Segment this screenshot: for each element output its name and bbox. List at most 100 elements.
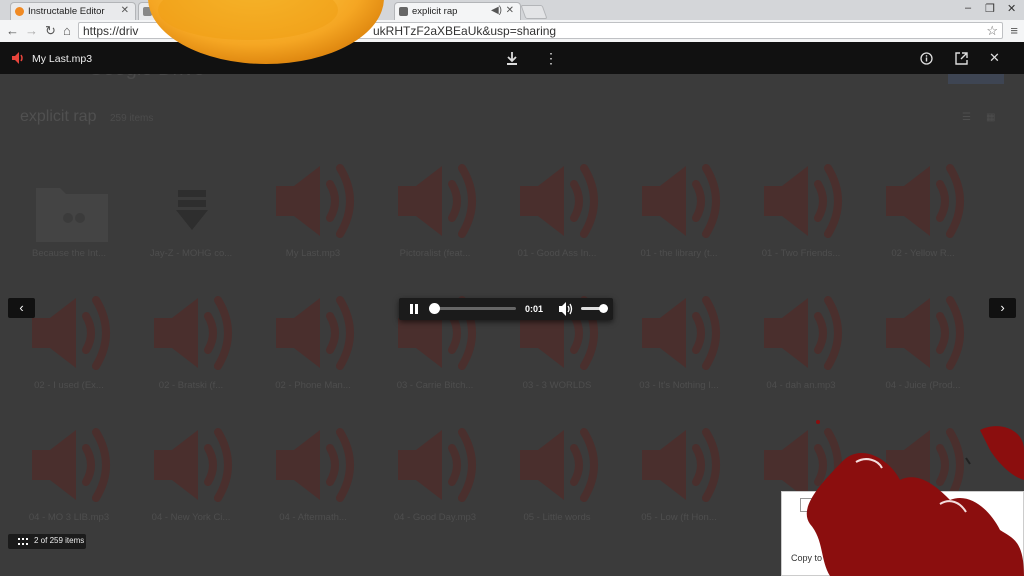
audio-file-icon (520, 428, 598, 502)
audio-file-icon (886, 164, 964, 238)
folder-count: 259 items (110, 113, 154, 124)
previous-file-button[interactable]: ‹ (8, 298, 35, 318)
audio-file-icon (276, 428, 354, 502)
file-item-name: 04 - MO 3 LIB.mp3 (28, 512, 110, 523)
shared-folder-icon (36, 188, 108, 242)
chevron-left-icon: ‹ (19, 300, 24, 315)
playback-time: 0:01 (525, 304, 544, 314)
home-icon[interactable]: ⌂ (63, 23, 71, 38)
list-view-icon: ☰ (962, 112, 971, 123)
file-item: 04 - New York Ci... (136, 424, 246, 534)
file-item-name: 04 - Aftermath... (279, 512, 347, 523)
file-item-name: Pictoralist (feat... (399, 248, 471, 259)
blood-splat-overlay (806, 420, 1024, 576)
pause-button[interactable] (407, 302, 421, 316)
tab-instructable-editor[interactable]: Instructable Editor ✕ (10, 2, 136, 20)
tab-explicit-rap[interactable]: explicit rap ◀) ✕ (394, 2, 521, 20)
minimize-icon[interactable]: – (965, 2, 971, 14)
file-item-name: 02 - Phone Man... (275, 380, 351, 391)
file-item-name: Because the Int... (32, 248, 106, 259)
audio-file-icon (520, 164, 598, 238)
url-text-tail: ukRHTzF2aXBEaUk&usp=sharing (373, 24, 557, 38)
volume-icon[interactable] (558, 301, 574, 317)
file-item-name: 04 - Good Day.mp3 (393, 512, 477, 523)
file-item: 04 - Good Day.mp3 (380, 424, 490, 534)
file-item-name: 04 - Juice (Prod... (885, 380, 961, 391)
seek-track[interactable] (431, 307, 516, 310)
file-item-name: My Last.mp3 (285, 248, 341, 259)
back-icon[interactable]: ← (6, 23, 19, 38)
file-item-name: 01 - Two Friends... (761, 248, 841, 259)
file-item-name: 02 - Bratski (f... (158, 380, 224, 391)
file-item: 04 - Aftermath... (258, 424, 368, 534)
audio-file-icon (32, 296, 110, 370)
audio-file-icon (886, 296, 964, 370)
audio-file-icon (154, 296, 232, 370)
new-tab-button[interactable] (520, 5, 548, 19)
more-options-icon[interactable]: ⋮ (544, 50, 558, 67)
download-icon[interactable] (506, 52, 518, 65)
window-close-icon[interactable]: ✕ (1007, 2, 1016, 15)
folder-title: explicit rap (20, 108, 97, 125)
audio-file-icon (642, 296, 720, 370)
tab-close-icon[interactable]: ✕ (506, 5, 514, 16)
file-item-name: 02 - Yellow R... (891, 248, 955, 259)
file-item: 01 - Good Ass In... (502, 160, 612, 270)
audio-file-icon (764, 164, 842, 238)
drive-favicon-icon (399, 7, 408, 16)
file-item: 02 - Phone Man... (258, 292, 368, 402)
tab-label: Instructable Editor (28, 6, 105, 17)
file-item: 04 - MO 3 LIB.mp3 (14, 424, 124, 534)
file-item: 01 - Two Friends... (746, 160, 856, 270)
item-counter[interactable]: 2 of 259 items (8, 534, 86, 549)
audio-file-icon (398, 164, 476, 238)
close-viewer-icon[interactable]: ✕ (989, 50, 1000, 66)
bookmark-star-icon[interactable]: ☆ (986, 23, 998, 39)
maximize-icon[interactable]: ❐ (985, 2, 995, 15)
info-icon[interactable] (920, 52, 933, 65)
download-file-icon (176, 190, 208, 230)
open-new-window-icon[interactable] (955, 52, 968, 65)
file-item-name: 05 - Low (ft Hon... (641, 512, 717, 523)
seek-handle[interactable] (429, 303, 440, 314)
file-item-name: 03 - 3 WORLDS (522, 380, 592, 391)
file-item: 02 - Yellow R... (868, 160, 978, 270)
file-item: Jay-Z - MOHG co... (136, 160, 246, 270)
instructables-favicon-icon (15, 7, 24, 16)
file-item-name: 03 - Carrie Bitch... (396, 380, 474, 391)
audio-file-icon (642, 428, 720, 502)
url-text: https://driv (83, 24, 139, 38)
file-item: Because the Int... (14, 160, 124, 270)
file-item-name: 02 - I used (Ex... (34, 380, 104, 391)
file-item: 03 - It's Nothing I... (624, 292, 734, 402)
grid-icon (18, 538, 28, 545)
file-item: 04 - dah an.mp3 (746, 292, 856, 402)
browser-menu-icon[interactable]: ≡ (1010, 23, 1018, 38)
reload-icon[interactable]: ↻ (45, 23, 56, 39)
audio-file-icon (398, 428, 476, 502)
speaker-icon (12, 52, 23, 64)
tab-close-icon[interactable]: ✕ (121, 5, 129, 16)
file-item: 05 - Little words (502, 424, 612, 534)
volume-handle[interactable] (599, 304, 609, 313)
file-item: 02 - Bratski (f... (136, 292, 246, 402)
file-item: Pictoralist (feat... (380, 160, 490, 270)
next-file-button[interactable]: › (989, 298, 1016, 318)
file-item-name: 04 - dah an.mp3 (766, 380, 836, 391)
audio-file-icon (276, 296, 354, 370)
file-item-name: 04 - New York Ci... (151, 512, 231, 523)
rubber-duck-overlay (148, 0, 384, 64)
audio-player: 0:01 (399, 298, 613, 320)
forward-icon[interactable]: → (25, 23, 38, 38)
audio-file-icon (276, 164, 354, 238)
audio-file-icon (32, 428, 110, 502)
audio-file-icon (642, 164, 720, 238)
chevron-right-icon: › (1000, 300, 1005, 315)
item-counter-text: 2 of 259 items (34, 536, 85, 545)
tab-audio-icon: ◀) (490, 5, 502, 16)
file-item-name: Jay-Z - MOHG co... (149, 248, 233, 259)
audio-file-icon (764, 296, 842, 370)
file-title: My Last.mp3 (32, 53, 93, 65)
file-item-name: 01 - Good Ass In... (517, 248, 597, 259)
file-item: 01 - the library (t... (624, 160, 734, 270)
